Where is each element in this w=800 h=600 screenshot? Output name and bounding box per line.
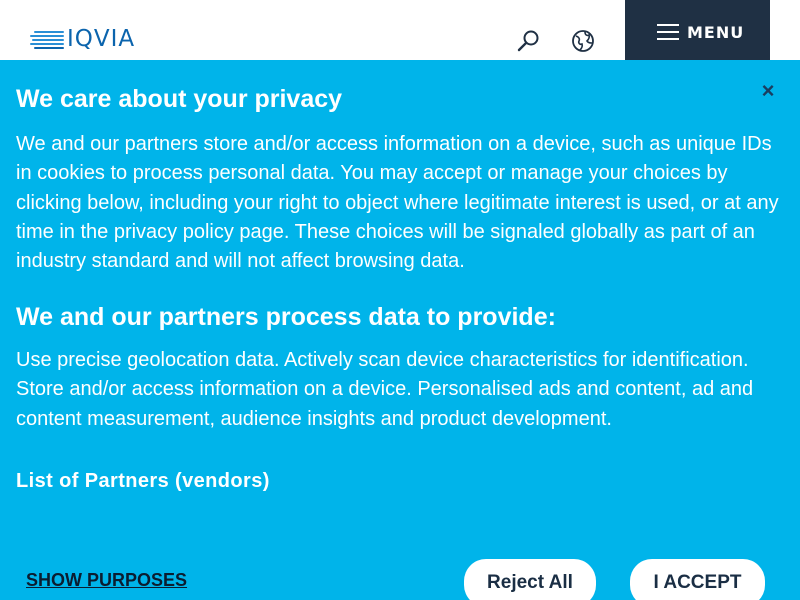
partners-list-link[interactable]: List of Partners (vendors) — [16, 470, 270, 493]
logo-lines-icon — [30, 29, 64, 49]
consent-purposes: Use precise geolocation data. Actively s… — [16, 349, 754, 430]
iqvia-logo[interactable]: IQVIA — [30, 26, 135, 52]
consent-subtitle: We and our partners process data to prov… — [16, 303, 556, 331]
menu-button[interactable]: MENU — [625, 0, 770, 64]
reject-all-button[interactable]: Reject All — [464, 559, 596, 600]
hamburger-icon — [657, 23, 679, 41]
site-header: IQVIA MENU — [0, 0, 800, 64]
search-icon — [517, 30, 539, 52]
consent-body: We and our partners store and/or access … — [16, 133, 779, 273]
logo-text: IQVIA — [67, 25, 136, 52]
close-icon[interactable]: × — [757, 80, 779, 102]
menu-label: MENU — [687, 22, 745, 42]
search-button[interactable] — [515, 28, 543, 56]
language-button[interactable] — [570, 28, 598, 56]
privacy-consent-banner: × We care about your privacy We and our … — [0, 60, 800, 600]
globe-icon — [572, 30, 594, 52]
show-purposes-link[interactable]: SHOW PURPOSES — [26, 570, 187, 591]
consent-title: We care about your privacy — [16, 85, 343, 113]
accept-button[interactable]: I ACCEPT — [630, 559, 765, 600]
